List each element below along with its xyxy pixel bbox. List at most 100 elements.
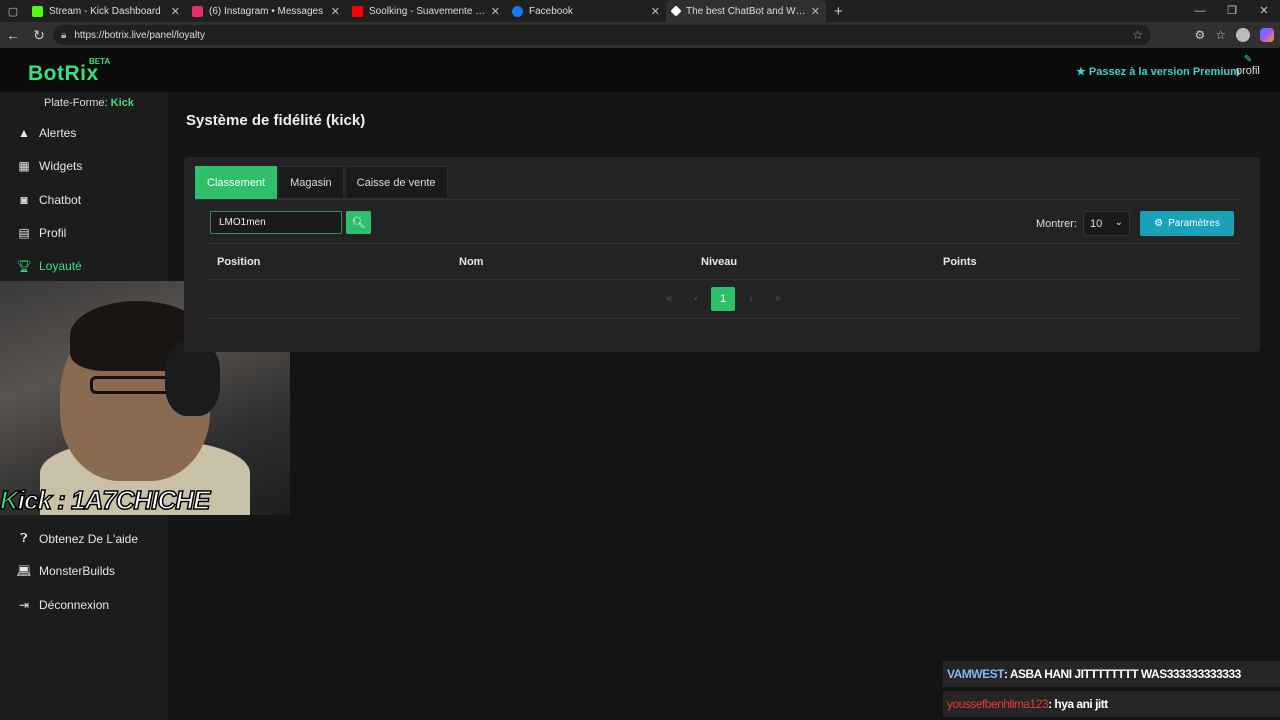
sidebar-item-chatbot[interactable]: ◙ Chatbot — [16, 193, 81, 207]
settings-button[interactable]: ⚙ Paramètres — [1140, 211, 1234, 236]
browser-tab[interactable]: Soolking - Suavemente [Clip Offic ✕ — [346, 0, 506, 22]
trophy-icon: 🏆︎ — [16, 259, 32, 273]
favorites-icon[interactable]: ☆ — [1215, 28, 1226, 42]
tab-close-icon[interactable]: ✕ — [811, 5, 820, 18]
platform-value: Kick — [110, 97, 134, 109]
sidebar-item-label: Obtenez De L'aide — [39, 531, 139, 546]
id-card-icon: ▤ — [18, 226, 30, 240]
close-window-icon[interactable]: ✕ — [1248, 0, 1280, 22]
browser-tab[interactable]: Facebook ✕ — [506, 0, 666, 22]
tab-magasin[interactable]: Magasin — [278, 166, 344, 199]
lock-icon: 🔒︎ — [61, 29, 67, 41]
webcam-headset — [165, 341, 220, 416]
youtube-favicon-icon — [352, 5, 363, 17]
profile-label: profil — [1236, 65, 1260, 77]
pager-next-button[interactable]: › — [739, 287, 763, 311]
sidebar-item-label: Déconnexion — [39, 598, 110, 612]
tab-classement[interactable]: Classement — [195, 166, 278, 199]
premium-label: Passez à la version Premium — [1088, 65, 1240, 78]
user-avatar-icon[interactable] — [1236, 28, 1250, 42]
premium-link[interactable]: ★ Passez à la version Premium — [1076, 65, 1240, 79]
page-size-value: 10 — [1090, 217, 1103, 230]
tab-label: (6) Instagram • Messages — [209, 5, 324, 17]
sidebar-item-logout[interactable]: ⇥ Déconnexion — [16, 598, 109, 612]
browser-tab[interactable]: (6) Instagram • Messages ✕ — [186, 0, 346, 22]
tab-caisse-de-vente[interactable]: Caisse de vente — [344, 166, 448, 199]
url-text: https://botrix.live/panel/loyalty — [74, 29, 205, 41]
laptop-icon: 💻︎ — [16, 564, 32, 578]
kick-username-text: ick : 1A7CHICHE — [17, 484, 211, 516]
profile-link[interactable]: ✎ profil — [1236, 54, 1260, 77]
warning-icon: ▲ — [18, 126, 30, 140]
copilot-icon[interactable] — [1260, 28, 1274, 42]
pager-prev-button[interactable]: ‹ — [684, 287, 708, 311]
sidebar-item-help[interactable]: ❓︎ Obtenez De L'aide — [16, 531, 138, 546]
sidebar-item-profil[interactable]: ▤ Profil — [16, 226, 66, 240]
tab-label: Stream - Kick Dashboard — [49, 5, 161, 17]
grid-icon: ▦ — [18, 159, 30, 173]
chat-username: youssefbenhlima123 — [947, 697, 1049, 711]
chevron-down-icon: ⌄ — [1114, 217, 1123, 228]
tab-close-icon[interactable]: ✕ — [171, 5, 180, 18]
tab-actions-icon[interactable]: ▢ — [0, 0, 26, 22]
botrix-favicon-icon — [670, 5, 682, 17]
tab-close-icon[interactable]: ✕ — [331, 5, 340, 18]
chat-username: VAMWEST — [947, 667, 1004, 681]
sidebar-item-monsterbuilds[interactable]: 💻︎ MonsterBuilds — [16, 564, 115, 578]
chat-text: : hya ani jitt — [1048, 697, 1108, 711]
column-header-position[interactable]: Position — [217, 256, 260, 268]
extensions-icon[interactable]: ⚙ — [1194, 28, 1205, 42]
tab-close-icon[interactable]: ✕ — [651, 5, 660, 18]
robot-icon: ◙ — [20, 193, 28, 207]
instagram-favicon-icon — [192, 5, 203, 17]
sidebar-item-label: Loyauté — [39, 259, 82, 273]
search-icon: 🔍︎ — [351, 217, 366, 229]
question-icon: ❓︎ — [20, 531, 28, 545]
sidebar-item-label: Alertes — [39, 126, 77, 140]
gears-icon: ⚙ — [1154, 218, 1164, 229]
pager-last-button[interactable]: » — [766, 287, 790, 311]
column-header-points[interactable]: Points — [943, 256, 977, 268]
column-header-nom[interactable]: Nom — [459, 256, 483, 268]
sidebar-item-alertes[interactable]: ▲ Alertes — [16, 126, 76, 140]
browser-tab[interactable]: Stream - Kick Dashboard ✕ — [26, 0, 186, 22]
star-icon: ★ — [1076, 66, 1086, 78]
pager-first-button[interactable]: « — [657, 287, 681, 311]
restore-icon[interactable]: ❐ — [1216, 0, 1248, 22]
sidebar-item-label: Profil — [39, 226, 67, 240]
address-bar-row: ← ↻ 🔒︎ https://botrix.live/panel/loyalty… — [0, 22, 1280, 48]
refresh-icon[interactable]: ↻ — [26, 27, 52, 44]
page-size-select[interactable]: 10 ⌄ — [1083, 211, 1130, 236]
pager-current-page[interactable]: 1 — [711, 287, 735, 311]
tab-label: Soolking - Suavemente [Clip Offic — [369, 5, 487, 17]
chat-message: youssefbenhlima123 : hya ani jitt — [943, 691, 1280, 717]
chat-message: VAMWEST : ASBA HANI JITTTTTTTT WAS333333… — [943, 661, 1280, 687]
platform-indicator: Plate-Forme: Kick — [44, 97, 134, 109]
column-header-niveau[interactable]: Niveau — [701, 256, 737, 268]
table-bottom-divider — [207, 318, 1240, 319]
loyalty-tabs: Classement Magasin Caisse de vente — [195, 166, 449, 199]
window-controls: — ❐ ✕ — [1184, 0, 1280, 22]
table-top-divider — [207, 243, 1240, 244]
chat-text: : ASBA HANI JITTTTTTTT WAS333333333333 — [1003, 667, 1241, 681]
browser-toolbar-icons: ⚙ ☆ — [1194, 22, 1274, 48]
app-header: BotRix BETA ★ Passez à la version Premiu… — [0, 48, 1280, 92]
sidebar-item-loyaute[interactable]: 🏆︎ Loyauté — [16, 259, 82, 273]
kick-k-letter: K — [0, 484, 20, 516]
tab-label: The best ChatBot and Widgets fo — [686, 5, 807, 17]
sidebar-item-widgets[interactable]: ▦ Widgets — [16, 159, 82, 173]
tab-close-icon[interactable]: ✕ — [491, 5, 500, 18]
minimize-icon[interactable]: — — [1184, 0, 1216, 22]
tab-divider — [195, 199, 1240, 200]
url-field[interactable]: 🔒︎ https://botrix.live/panel/loyalty ☆ — [53, 25, 1151, 45]
browser-tab-active[interactable]: The best ChatBot and Widgets fo ✕ — [666, 0, 826, 22]
sidebar-item-label: Widgets — [39, 159, 83, 173]
pen-icon: ✎ — [1243, 54, 1253, 65]
favorite-star-icon[interactable]: ☆ — [1132, 28, 1143, 42]
back-icon[interactable]: ← — [0, 27, 26, 43]
search-button[interactable]: 🔍︎ — [346, 211, 371, 234]
search-input[interactable] — [210, 211, 342, 234]
settings-button-label: Paramètres — [1168, 218, 1220, 229]
platform-label: Plate-Forme: — [44, 97, 108, 109]
new-tab-icon[interactable]: + — [834, 3, 843, 20]
